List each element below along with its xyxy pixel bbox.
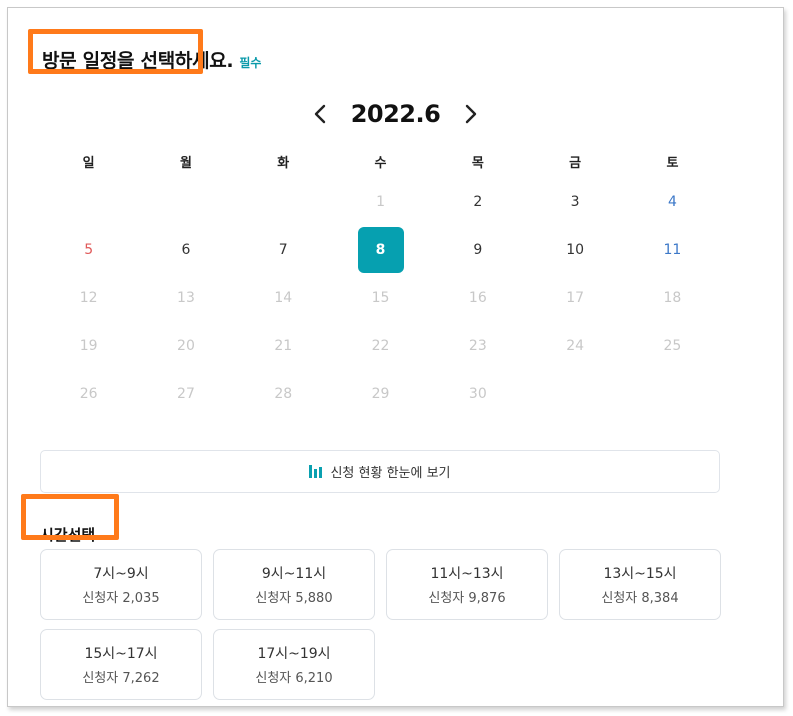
status-button-label: 신청 현황 한눈에 보기 xyxy=(330,466,451,481)
calendar-day[interactable]: 3 xyxy=(526,178,623,226)
required-badge: 필수 xyxy=(239,56,262,70)
calendar-day: 23 xyxy=(468,338,487,354)
chevron-left-icon[interactable] xyxy=(309,101,331,127)
calendar-week-2: 5 6 7 8 9 10 11 xyxy=(40,226,721,274)
slot-applicant-count: 신청자 5,880 xyxy=(255,591,333,606)
title-row: 방문 일정을 선택하세요. 필수 xyxy=(42,46,261,72)
time-section-title: 시간선택 xyxy=(40,526,96,544)
time-slot[interactable]: 9시~11시 신청자 5,880 xyxy=(213,549,375,620)
calendar-day: 18 xyxy=(663,290,682,306)
day-empty xyxy=(40,178,137,226)
calendar-day: 30 xyxy=(468,386,487,402)
calendar-day: 13 xyxy=(177,290,195,306)
weekday-mon: 월 xyxy=(179,155,192,171)
slot-time: 9시~11시 xyxy=(261,566,327,582)
weekday-thu: 목 xyxy=(471,155,484,171)
slot-time: 17시~19시 xyxy=(257,646,331,662)
calendar-day[interactable]: 2 xyxy=(429,178,526,226)
weekday-tue: 화 xyxy=(277,155,290,171)
calendar-day[interactable]: 5 xyxy=(40,226,137,274)
day-empty xyxy=(235,178,332,226)
time-slot[interactable]: 13시~15시 신청자 8,384 xyxy=(559,549,721,620)
calendar-week-1: 1 2 3 4 xyxy=(40,178,721,226)
slot-time: 7시~9시 xyxy=(93,566,149,582)
calendar-day: 14 xyxy=(274,290,293,306)
calendar-week-3: 12 13 14 15 16 17 18 xyxy=(40,274,721,322)
calendar-day: 26 xyxy=(79,386,98,402)
calendar-day[interactable]: 7 xyxy=(235,226,332,274)
weekday-sun: 일 xyxy=(82,155,95,171)
calendar-day: 19 xyxy=(79,338,98,354)
booking-panel: 방문 일정을 선택하세요. 필수 2022.6 일 월 화 수 목 금 토 1 … xyxy=(7,7,784,707)
month-label: 2022.6 xyxy=(350,100,441,128)
calendar-day: 25 xyxy=(663,338,682,354)
calendar-day: 16 xyxy=(468,290,487,306)
view-application-status-button[interactable]: 신청 현황 한눈에 보기 xyxy=(40,450,720,493)
calendar-week-5: 26 27 28 29 30 xyxy=(40,370,721,418)
weekday-fri: 금 xyxy=(569,155,582,171)
weekday-wed: 수 xyxy=(374,155,387,171)
calendar-day: 29 xyxy=(371,386,390,402)
weekday-sat: 토 xyxy=(666,155,679,171)
slot-applicant-count: 신청자 7,262 xyxy=(82,671,160,686)
calendar-day: 12 xyxy=(79,290,98,306)
chevron-right-icon[interactable] xyxy=(460,101,482,127)
slot-applicant-count: 신청자 8,384 xyxy=(601,591,679,606)
slot-time: 13시~15시 xyxy=(603,566,677,582)
calendar-week-4: 19 20 21 22 23 24 25 xyxy=(40,322,721,370)
slot-time: 15시~17시 xyxy=(84,646,158,662)
time-slot[interactable]: 15시~17시 신청자 7,262 xyxy=(40,629,202,700)
calendar-day: 28 xyxy=(274,386,293,402)
slot-time: 11시~13시 xyxy=(430,566,504,582)
calendar-day: 15 xyxy=(371,290,390,306)
calendar-day: 21 xyxy=(274,338,293,354)
calendar-day: 27 xyxy=(177,386,195,402)
slot-applicant-count: 신청자 9,876 xyxy=(428,591,506,606)
weekday-header: 일 월 화 수 목 금 토 xyxy=(40,144,721,178)
calendar-day[interactable]: 11 xyxy=(624,226,721,274)
time-slot[interactable]: 7시~9시 신청자 2,035 xyxy=(40,549,202,620)
calendar-day: 24 xyxy=(566,338,585,354)
day-empty xyxy=(137,178,234,226)
day-empty xyxy=(624,370,721,418)
calendar-day: 17 xyxy=(566,290,585,306)
calendar-day[interactable]: 10 xyxy=(526,226,623,274)
calendar-grid: 일 월 화 수 목 금 토 1 2 3 4 5 6 7 8 9 10 11 12… xyxy=(40,144,721,418)
calendar-day[interactable]: 4 xyxy=(624,178,721,226)
month-navigation: 2022.6 xyxy=(8,98,783,130)
bar-chart-icon xyxy=(309,465,323,478)
calendar-day: 20 xyxy=(177,338,195,354)
time-slot[interactable]: 11시~13시 신청자 9,876 xyxy=(386,549,548,620)
calendar-day[interactable]: 6 xyxy=(137,226,234,274)
calendar-day: 1 xyxy=(376,194,385,210)
slot-applicant-count: 신청자 6,210 xyxy=(255,671,333,686)
calendar-day-selected[interactable]: 8 xyxy=(332,226,429,274)
day-empty xyxy=(526,370,623,418)
page-title: 방문 일정을 선택하세요. xyxy=(42,50,234,72)
time-slot[interactable]: 17시~19시 신청자 6,210 xyxy=(213,629,375,700)
slot-applicant-count: 신청자 2,035 xyxy=(82,591,160,606)
calendar-day: 22 xyxy=(371,338,390,354)
calendar-day[interactable]: 9 xyxy=(429,226,526,274)
